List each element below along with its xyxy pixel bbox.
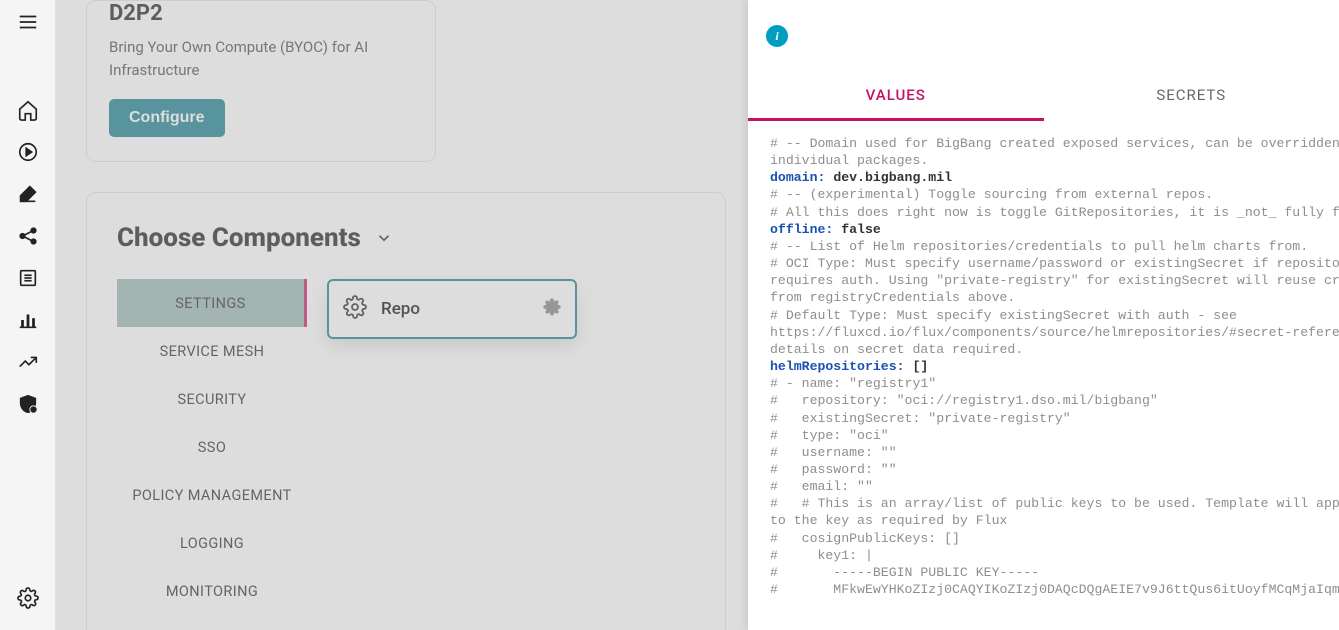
choose-components-section: Choose Components SETTINGS SERVICE MESH … bbox=[86, 192, 726, 630]
code-line: # -----BEGIN PUBLIC KEY----- bbox=[770, 565, 1039, 580]
code-line: # # This is an array/list of public keys… bbox=[770, 496, 1339, 511]
list-box-icon[interactable] bbox=[16, 266, 40, 290]
code-line: # - name: "registry1" bbox=[770, 376, 936, 391]
code-line: # -- List of Helm repositories/credentia… bbox=[770, 239, 1308, 254]
card-title: D2P2 bbox=[109, 1, 413, 26]
yaml-value: dev.bigbang.mil bbox=[833, 170, 952, 185]
yaml-key: domain bbox=[770, 170, 817, 185]
code-line: # password: "" bbox=[770, 462, 897, 477]
code-line: from registryCredentials above. bbox=[770, 290, 1015, 305]
tab-values[interactable]: VALUES bbox=[748, 72, 1044, 121]
yaml-editor[interactable]: # -- Domain used for BigBang created exp… bbox=[748, 121, 1339, 630]
bar-chart-icon[interactable] bbox=[16, 308, 40, 332]
card-description: Bring Your Own Compute (BYOC) for AI Inf… bbox=[109, 36, 413, 81]
repo-component-card[interactable]: Repo bbox=[327, 279, 577, 339]
yaml-value: false bbox=[841, 222, 881, 237]
trend-icon[interactable] bbox=[16, 350, 40, 374]
section-title: Choose Components bbox=[117, 223, 361, 253]
product-card: D2P2 Bring Your Own Compute (BYOC) for A… bbox=[86, 0, 436, 162]
code-line: # username: "" bbox=[770, 445, 897, 460]
yaml-key: helmRepositories bbox=[770, 359, 897, 374]
info-icon[interactable]: i bbox=[766, 25, 788, 47]
code-line: # email: "" bbox=[770, 479, 873, 494]
chevron-down-icon[interactable] bbox=[375, 229, 393, 247]
settings-gear-icon[interactable] bbox=[16, 586, 40, 610]
home-icon[interactable] bbox=[16, 98, 40, 122]
tab-service-mesh[interactable]: SERVICE MESH bbox=[117, 327, 307, 375]
code-line: details on secret data required. bbox=[770, 342, 1023, 357]
yaml-value: [] bbox=[912, 359, 928, 374]
code-line: individual packages. bbox=[770, 153, 928, 168]
tab-settings[interactable]: SETTINGS bbox=[117, 279, 307, 327]
yaml-key: offline bbox=[770, 222, 825, 237]
code-line: # repository: "oci://registry1.dso.mil/b… bbox=[770, 393, 1158, 408]
tab-monitoring[interactable]: MONITORING bbox=[117, 567, 307, 615]
code-line: # All this does right now is toggle GitR… bbox=[770, 205, 1339, 220]
code-line: # -- Domain used for BigBang created exp… bbox=[770, 136, 1339, 151]
tab-secrets[interactable]: SECRETS bbox=[1044, 72, 1339, 121]
repo-settings-gear-icon[interactable] bbox=[543, 298, 561, 320]
tab-security[interactable]: SECURITY bbox=[117, 375, 307, 423]
code-line: # Default Type: Must specify existingSec… bbox=[770, 308, 1237, 323]
edit-icon[interactable] bbox=[16, 182, 40, 206]
repo-label: Repo bbox=[381, 299, 529, 319]
code-line: # MFkwEwYHKoZIzj0CAQYIKoZIzj0DAQcDQgAEIE… bbox=[770, 582, 1339, 597]
code-line: to the key as required by Flux bbox=[770, 513, 1007, 528]
share-icon[interactable] bbox=[16, 224, 40, 248]
tab-sso[interactable]: SSO bbox=[117, 423, 307, 471]
drawer-tabs: VALUES SECRETS bbox=[748, 72, 1339, 121]
code-line: # -- (experimental) Toggle sourcing from… bbox=[770, 187, 1213, 202]
nav-rail bbox=[0, 0, 56, 630]
shield-admin-icon[interactable] bbox=[16, 392, 40, 416]
code-line: requires auth. Using "private-registry" … bbox=[770, 273, 1339, 288]
menu-icon[interactable] bbox=[16, 10, 40, 34]
code-line: # type: "oci" bbox=[770, 428, 889, 443]
code-line: # cosignPublicKeys: [] bbox=[770, 531, 960, 546]
values-drawer: i VALUES SECRETS # -- Domain used for Bi… bbox=[748, 0, 1339, 630]
code-line: https://fluxcd.io/flux/components/source… bbox=[770, 325, 1339, 340]
code-line: # existingSecret: "private-registry" bbox=[770, 411, 1071, 426]
tab-logging[interactable]: LOGGING bbox=[117, 519, 307, 567]
gear-icon bbox=[343, 295, 367, 323]
configure-button[interactable]: Configure bbox=[109, 99, 225, 137]
code-line: # OCI Type: Must specify username/passwo… bbox=[770, 256, 1339, 271]
tab-policy-management[interactable]: POLICY MANAGEMENT bbox=[117, 471, 307, 519]
component-category-tabs: SETTINGS SERVICE MESH SECURITY SSO POLIC… bbox=[117, 279, 307, 615]
code-line: # key1: | bbox=[770, 548, 873, 563]
play-circle-icon[interactable] bbox=[16, 140, 40, 164]
